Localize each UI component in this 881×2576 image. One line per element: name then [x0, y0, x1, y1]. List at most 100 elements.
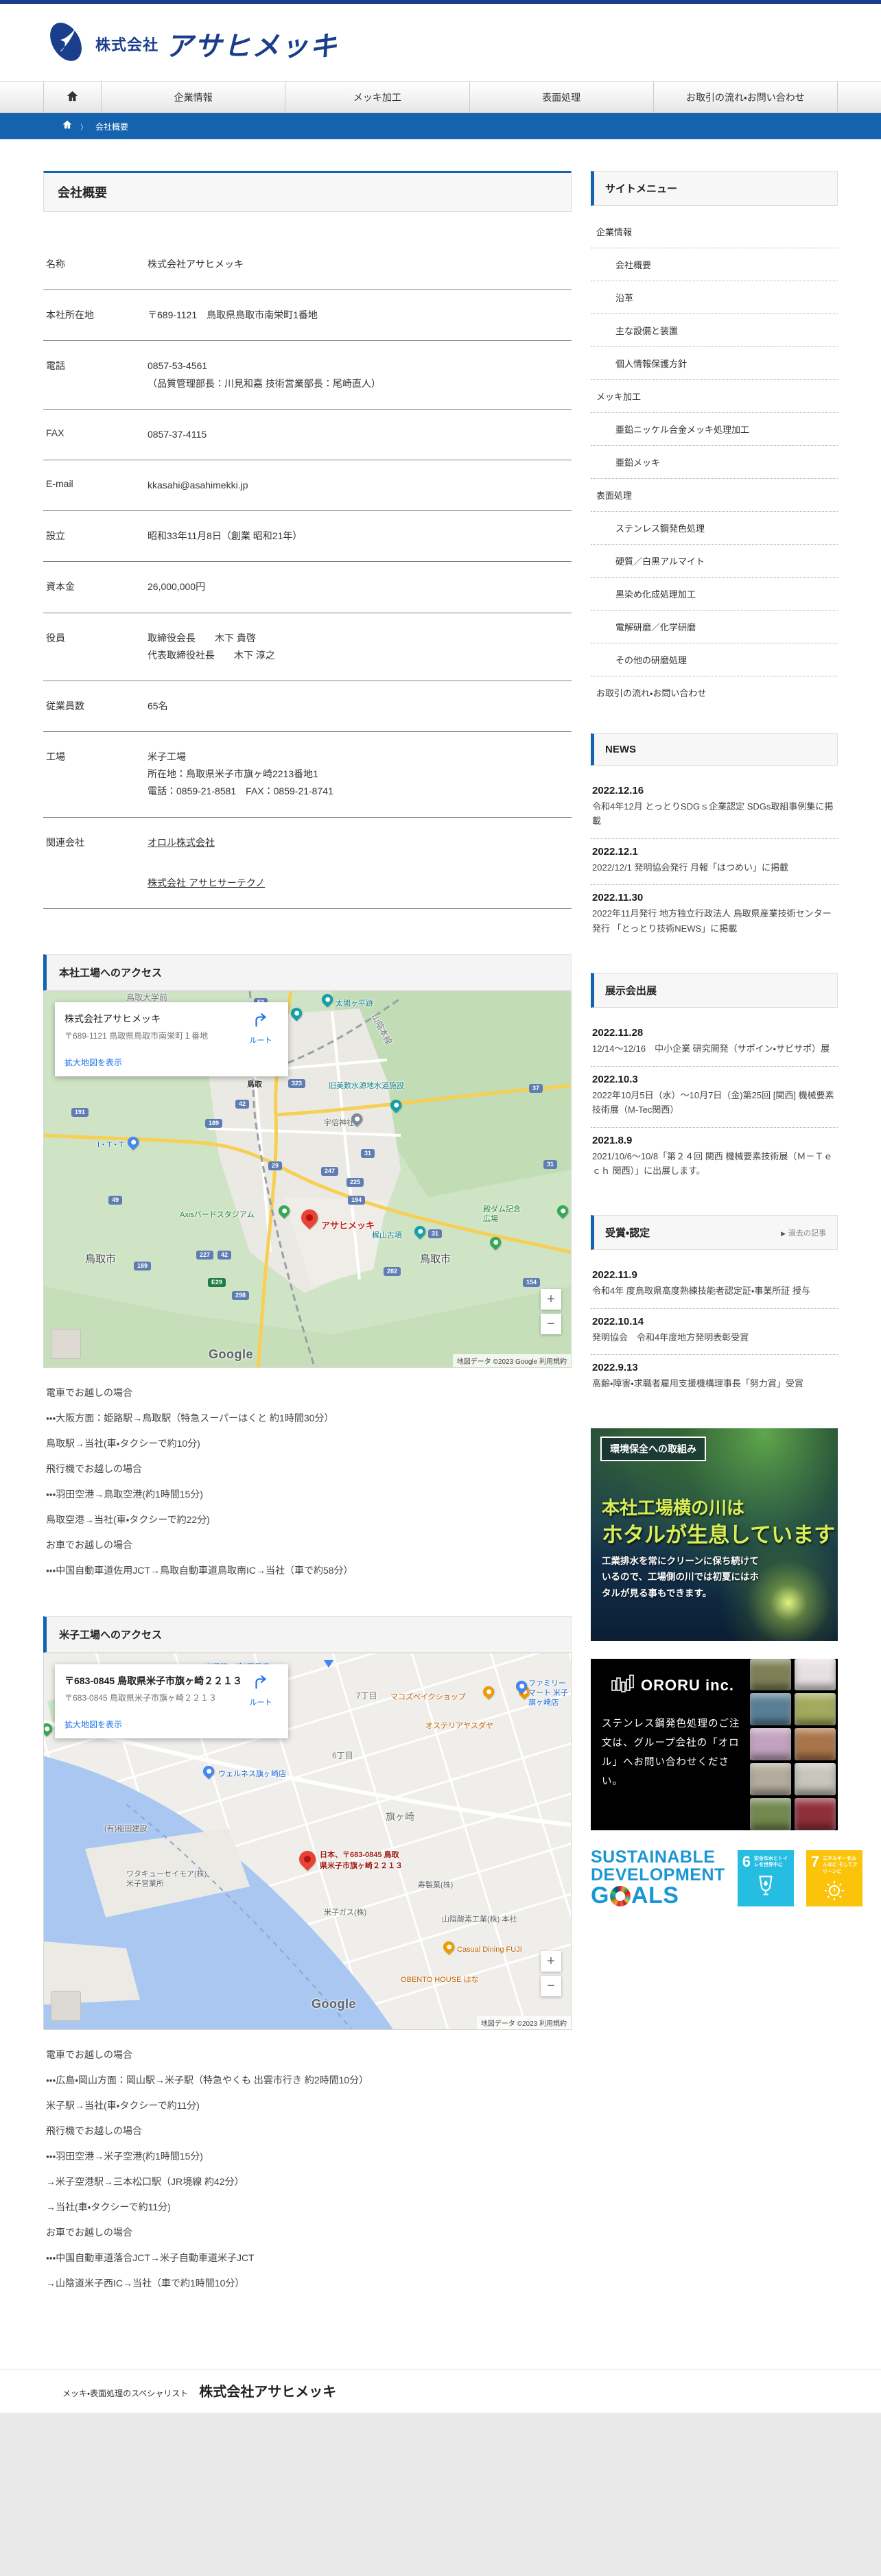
- exhibition-item: 2021.8.9 2021/10/6～10/8「第２４回 関西 機械要素技術展（…: [591, 1128, 838, 1188]
- nav-item-contact[interactable]: お取引の流れ・お問い合わせ: [653, 82, 838, 113]
- map-label: OBENTO HOUSE はな: [401, 1976, 479, 1984]
- directions-icon: [252, 1013, 270, 1032]
- map-route-button[interactable]: ルート: [243, 1012, 279, 1068]
- affiliate-link-asahi-surtechno[interactable]: 株式会社 アサヒサーテクノ: [148, 875, 265, 892]
- route-badge: 225: [346, 1178, 364, 1187]
- exhibition-date: 2022.11.28: [592, 1027, 644, 1039]
- row-value: 65名: [148, 700, 168, 711]
- route-label: ルート: [249, 1037, 272, 1045]
- map-label-destination: 県米子市旗ヶ崎２２１３: [320, 1862, 403, 1870]
- sidebar-item-other-polishing[interactable]: その他の研磨処理: [591, 643, 838, 676]
- ororu-body: ステンレス鋼発色処理のご注文は、グループ会社の「オロル」へお問い合わせください。: [602, 1718, 740, 1788]
- sidebar-item-corporate[interactable]: 企業情報: [591, 215, 838, 248]
- breadcrumb-home-icon[interactable]: [62, 120, 72, 132]
- footer-company-name[interactable]: 株式会社アサヒメッキ: [199, 2380, 336, 2400]
- company-logo[interactable]: 株式会社 アサヒメッキ: [43, 4, 838, 68]
- poi-marker-icon[interactable]: [324, 1660, 333, 1668]
- sidebar-item-black-dyeing[interactable]: 黒染め化成処理加工: [591, 578, 838, 611]
- route-badge: 29: [268, 1161, 283, 1170]
- row-value: 代表取締役社長 木下 淳之: [148, 649, 275, 661]
- award-link[interactable]: 令和4年 度鳥取県高度熟練技能者認定証・事業所証 授与: [592, 1284, 836, 1298]
- exhibition-link[interactable]: 12/14～12/16 中小企業 研究開発（サポイン・サビサポ）展: [592, 1041, 836, 1056]
- access-line: 鳥取駅→当社(車・タクシーで約10分): [46, 1438, 200, 1449]
- sdg-goal-6-badge[interactable]: 6 安全な水とトイレを世界中に: [737, 1850, 794, 1906]
- access-line: →当社(車・タクシーで約11分): [46, 2201, 171, 2212]
- map-attribution[interactable]: 地図データ ©2023 利用規約: [476, 2016, 571, 2029]
- zoom-out-button[interactable]: −: [541, 1314, 561, 1334]
- access-line: ・・・羽田空港→米子空港(約1時間15分): [46, 2151, 203, 2162]
- environment-banner[interactable]: 環境保全への取組み 本社工場横の川は ホタルが生息しています 工業排水を常にクリ…: [591, 1428, 838, 1641]
- main-column: 会社概要 名称 株式会社アサヒメッキ 本社所在地 〒689-1121 鳥取県鳥取…: [43, 171, 572, 2329]
- sdgs-logo[interactable]: SUSTAINABLE DEVELOPMENT G ALS: [591, 1847, 725, 1909]
- sidebar-item-company-overview[interactable]: 会社概要: [591, 248, 838, 281]
- sidebar-item-alumite[interactable]: 硬質／白黒アルマイト: [591, 545, 838, 578]
- map-expand-link[interactable]: 拡大地図を表示: [64, 1056, 243, 1068]
- news-link[interactable]: 令和4年12月 とっとりSDGｓ企業認定 SDGs取組事例集に掲載: [592, 799, 836, 829]
- nav-item-surface[interactable]: 表面処理: [469, 82, 653, 113]
- map-attribution[interactable]: 地図データ ©2023 Google 利用規約: [452, 1354, 571, 1367]
- table-row-factory: 工場 米子工場 所在地：鳥取県米子市旗ヶ崎2213番地1 電話：0859-21-…: [43, 732, 572, 818]
- row-label: 名称: [46, 259, 65, 270]
- sidebar-item-equipment[interactable]: 主な設備と装置: [591, 314, 838, 347]
- map-imagery-toggle[interactable]: [51, 1991, 81, 2021]
- row-label: 役員: [46, 632, 65, 643]
- news-link[interactable]: 2022年11月発行 地方独立行政法人 鳥取県産業技術センター発行 「とっとり技…: [592, 906, 836, 936]
- award-link[interactable]: 高齢・障害・求職者雇用支援機構理事長「努力賞」受賞: [592, 1376, 836, 1391]
- head-office-map[interactable]: 鳥取大学前 鳥取城跡 天球丸 太閤ヶ平跡 旧美歎水源地水道施設 宇倍神社 I・T…: [43, 991, 572, 1368]
- sidebar-item-zinc[interactable]: 亜鉛メッキ: [591, 446, 838, 479]
- sidebar-item-plating[interactable]: メッキ加工: [591, 380, 838, 413]
- map-expand-link[interactable]: 拡大地図を表示: [64, 1718, 243, 1730]
- zoom-in-button[interactable]: +: [541, 1289, 561, 1310]
- nav-home-button[interactable]: [43, 82, 101, 113]
- award-item: 2022.11.9 令和4年 度鳥取県高度熟練技能者認定証・事業所証 授与: [591, 1262, 838, 1309]
- access-line: 電車でお越しの場合: [46, 1387, 132, 1398]
- sun-energy-icon: [811, 1879, 858, 1902]
- exhibition-link[interactable]: 2021/10/6～10/8「第２４回 関西 機械要素技術展（Ｍ－Ｔｅｃｈ 関西…: [592, 1149, 836, 1179]
- sidebar-item-privacy[interactable]: 個人情報保護方針: [591, 347, 838, 380]
- access-line: ・・・羽田空港→鳥取空港(約1時間15分): [46, 1489, 203, 1500]
- water-glass-icon: [742, 1874, 789, 1897]
- awards-archive-link[interactable]: ▶ 過去の記事: [781, 1227, 826, 1238]
- map-label-destination: アサヒメッキ: [321, 1220, 375, 1231]
- route-badge: 31: [543, 1160, 558, 1169]
- row-label: 設立: [46, 530, 65, 542]
- access-line: 飛行機でお越しの場合: [46, 1463, 142, 1474]
- home-icon: [67, 91, 78, 104]
- award-item: 2022.10.14 発明協会 令和4年度地方発明表彰受賞: [591, 1309, 838, 1356]
- map-route-button[interactable]: ルート: [243, 1674, 279, 1730]
- map-imagery-toggle[interactable]: [51, 1329, 81, 1359]
- affiliate-link-ororu[interactable]: オロル株式会社: [148, 834, 215, 851]
- zoom-out-button[interactable]: −: [541, 1976, 561, 1996]
- map-label-destination: 日本、〒683-0845 鳥取: [320, 1851, 399, 1859]
- section-yonago-access-title: 米子工場へのアクセス: [43, 1616, 572, 1653]
- sidebar-item-electropolishing[interactable]: 電解研磨／化学研磨: [591, 611, 838, 643]
- map-label: 旗ヶ崎: [386, 1811, 414, 1822]
- exhibition-link[interactable]: 2022年10月5日（水）～10月7日（金)第25回 [関西] 機械要素技術展（…: [592, 1088, 836, 1118]
- table-row-email: E-mail kkasahi@asahimekki.jp: [43, 460, 572, 512]
- sdg-goal-7-badge[interactable]: 7 エネルギーをみんなに そしてクリーンに: [806, 1850, 862, 1906]
- sidebar-item-contact[interactable]: お取引の流れ・お問い合わせ: [591, 676, 838, 709]
- row-label: 工場: [46, 751, 65, 763]
- sidebar-item-zinc-nickel[interactable]: 亜鉛ニッケル合金メッキ処理加工: [591, 413, 838, 446]
- yonago-map[interactable]: 米子旗ヶ崎7丁目店 7丁目 マコズベイクショップ ファミリーマート 米子旗ヶ崎店…: [43, 1653, 572, 2030]
- ororu-banner[interactable]: ORORU inc. ステンレス鋼発色処理のご注文は、グループ会社の「オロル」へ…: [591, 1658, 838, 1830]
- award-item: 2022.9.13 高齢・障害・求職者雇用支援機構理事長「努力賞」受賞: [591, 1355, 838, 1400]
- nav-item-plating[interactable]: メッキ加工: [285, 82, 469, 113]
- access-line: 電車でお越しの場合: [46, 2049, 132, 2060]
- access-line: ・・・中国自動車道佐用JCT→鳥取自動車道鳥取南IC→当社（車で約58分）: [46, 1565, 353, 1576]
- news-link[interactable]: 2022/12/1 発明協会発行 月報「はつめい」に掲載: [592, 860, 836, 875]
- zoom-in-button[interactable]: +: [541, 1951, 561, 1972]
- environment-banner-headline2: ホタルが生息しています: [602, 1522, 836, 1547]
- sidebar-item-history[interactable]: 沿革: [591, 281, 838, 314]
- sdgs-goals-g: G: [591, 1882, 609, 1909]
- row-value: 0857-37-4115: [148, 428, 207, 440]
- award-link[interactable]: 発明協会 令和4年度地方発明表彰受賞: [592, 1330, 836, 1345]
- nav-item-corporate[interactable]: 企業情報: [101, 82, 285, 113]
- sidebar-item-surface[interactable]: 表面処理: [591, 479, 838, 512]
- row-value: （品質管理部長：川見和嘉 技術営業部長：尾崎直人）: [148, 377, 381, 389]
- sdg7-number: 7: [810, 1852, 820, 1870]
- exhibition-item: 2022.11.28 12/14～12/16 中小企業 研究開発（サポイン・サビ…: [591, 1020, 838, 1067]
- sidebar-item-stainless-coloring[interactable]: ステンレス鋼発色処理: [591, 512, 838, 545]
- breadcrumb-current[interactable]: 会社概要: [95, 121, 128, 132]
- map-info-card: 〒683-0845 鳥取県米子市旗ヶ崎２２１３ 〒683-0845 鳥取県米子市…: [55, 1664, 288, 1738]
